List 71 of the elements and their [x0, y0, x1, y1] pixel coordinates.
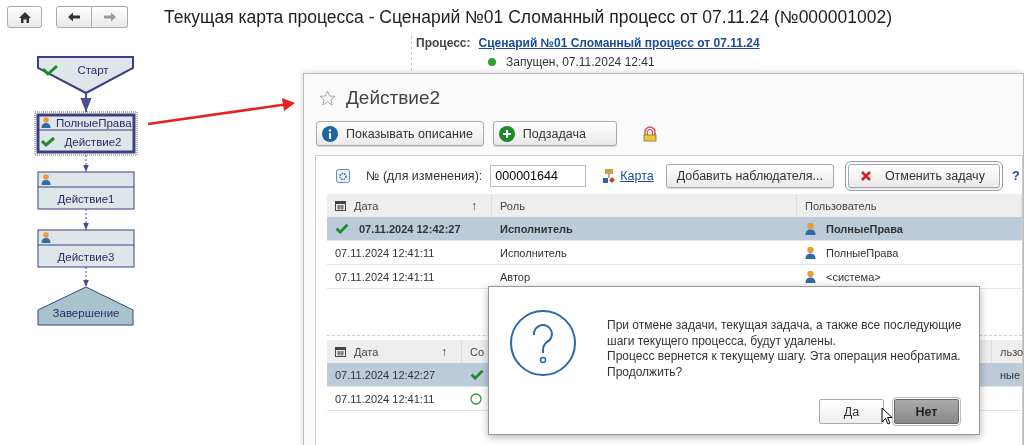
settings-icon[interactable]	[336, 169, 350, 183]
column-header[interactable]: льзо	[992, 340, 1024, 363]
question-icon	[509, 309, 577, 377]
connector-arrow	[83, 208, 89, 231]
dialog-message: При отмене задачи, текущая задача, а также все последующие шаги текущего процесса, будут удалены. Процесс вернется к текущему шагу. Эта операция необратима. Продолжить?	[607, 318, 963, 380]
cursor-icon	[881, 407, 893, 425]
lock-icon[interactable]	[641, 125, 658, 142]
no-button[interactable]: Нет	[894, 399, 959, 424]
node-user: ПолныеПрава	[56, 117, 132, 129]
user-icon	[805, 246, 816, 259]
table-cell: 07.11.2024 12:41:11	[335, 246, 435, 259]
user-icon	[805, 270, 816, 283]
help-link[interactable]: ?	[1011, 169, 1020, 183]
action-node[interactable]	[37, 171, 135, 210]
table-cell: ные	[1000, 368, 1021, 381]
table-row[interactable]: 07.11.2024 12:42:27 Исполнитель ПолныеПрава	[327, 217, 1022, 241]
page-title: Текущая карта процесса - Сценарий №01 Сломанный процесс от 07.11.24 (№000001002)	[164, 6, 893, 28]
node-label: Завершение	[52, 307, 120, 319]
home-icon	[17, 10, 32, 24]
number-field[interactable]: 000001644	[490, 165, 587, 187]
node-label: Действие1	[57, 193, 115, 205]
start-node[interactable]	[37, 56, 134, 95]
forward-arrow-icon	[102, 12, 117, 22]
star-icon[interactable]	[319, 90, 336, 106]
user-icon	[41, 174, 51, 185]
back-arrow-icon	[67, 12, 81, 22]
add-observer-button[interactable]: Добавить наблюдателя...	[665, 164, 834, 188]
subtask-button[interactable]: Подзадача	[492, 121, 617, 146]
node-label: Старт	[77, 64, 109, 76]
user-icon	[805, 222, 816, 235]
map-icon[interactable]	[602, 168, 617, 184]
end-node[interactable]	[37, 286, 134, 326]
sort-arrow-icon: ↑	[441, 344, 447, 359]
action-node[interactable]	[37, 229, 135, 268]
back-button[interactable]	[56, 6, 92, 28]
calendar-icon	[335, 346, 346, 357]
window-title: Действие2	[346, 87, 441, 109]
table-cell: 07.11.2024 12:42:27	[359, 222, 461, 235]
user-icon	[41, 232, 51, 243]
home-button[interactable]	[7, 6, 42, 28]
calendar-icon	[335, 200, 346, 211]
table-cell: 07.11.2024 12:42:27	[335, 368, 436, 381]
info-icon	[322, 125, 338, 142]
process-link[interactable]: Сценарий №01 Сломанный процесс от 07.11.24	[478, 36, 760, 50]
table-cell: Исполнитель	[500, 246, 567, 259]
node-label: Действие3	[57, 251, 115, 263]
plus-icon	[498, 125, 515, 142]
cancel-task-button[interactable]: Отменить задачу	[847, 164, 1000, 188]
map-link[interactable]: Карта	[620, 169, 654, 183]
table-cell: ПолныеПрава	[826, 246, 899, 259]
status-dot	[488, 58, 496, 66]
yes-button[interactable]: Да	[819, 399, 884, 424]
user-icon	[41, 117, 51, 128]
check-icon	[335, 223, 349, 234]
table-cell: <система>	[826, 270, 881, 283]
table-cell: 07.11.2024 12:41:11	[335, 392, 435, 405]
connector-arrow	[83, 154, 89, 173]
table-cell: Автор	[500, 270, 531, 283]
process-status: Запущен, 07.11.2024 12:41	[506, 55, 655, 69]
connector-arrow	[83, 266, 89, 288]
close-icon	[860, 171, 871, 181]
node-label: Действие2	[64, 136, 122, 148]
process-label: Процесс:	[416, 36, 471, 50]
table-cell: Исполнитель	[500, 222, 573, 235]
connector-arrow	[80, 92, 92, 113]
table-cell: 07.11.2024 12:41:11	[335, 270, 435, 283]
table-cell: ПолныеПрава	[826, 222, 903, 235]
sort-arrow-icon: ↑	[471, 198, 477, 213]
table-row[interactable]: 07.11.2024 12:41:11 Исполнитель ПолныеПрава	[327, 241, 1022, 265]
show-description-button[interactable]: Показывать описание	[316, 121, 484, 146]
number-label: № (для изменения):	[366, 169, 483, 183]
